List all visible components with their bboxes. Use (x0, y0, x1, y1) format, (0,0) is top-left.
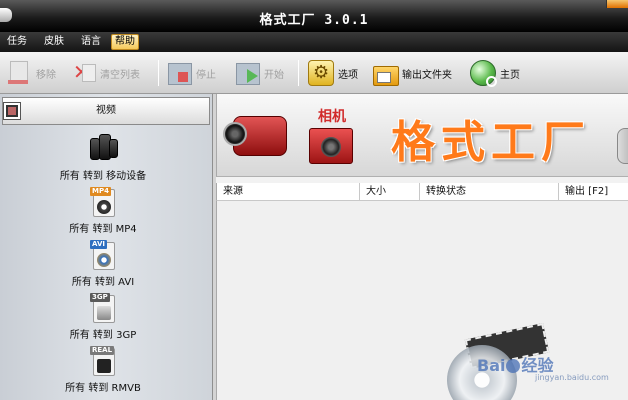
task-list[interactable]: Bai 经验 jingyan.baidu.com (216, 201, 628, 400)
rmvb-file-icon: REAL (90, 346, 116, 376)
remove-label: 移除 (36, 69, 56, 81)
column-status[interactable]: 转换状态 (420, 183, 559, 201)
stop-button[interactable]: 停止 (166, 58, 216, 88)
paw-icon (506, 359, 521, 373)
brand-banner: 相机 格式工厂 (216, 94, 628, 177)
start-button[interactable]: 开始 (234, 58, 284, 88)
task-table-header: 来源 大小 转换状态 输出 [F2] (216, 183, 628, 201)
home-label: 主页 (500, 69, 520, 81)
3gp-file-icon: 3GP (90, 293, 116, 323)
convert-to-mp4-label: 所有 转到 MP4 (69, 224, 137, 235)
menu-language[interactable]: 语言 (78, 34, 104, 50)
menu-task[interactable]: 任务 (4, 34, 30, 50)
output-folder-label: 输出文件夹 (402, 69, 452, 81)
window-title: 格式工厂 3.0.1 (259, 13, 369, 28)
remove-icon (6, 60, 32, 86)
column-size[interactable]: 大小 (360, 183, 420, 201)
video-category-icon (4, 103, 20, 119)
stop-icon (166, 60, 192, 86)
device-icon (617, 128, 628, 164)
convert-to-mobile-label: 所有 转到 移动设备 (59, 171, 147, 182)
menu-help[interactable]: 帮助 (111, 34, 139, 50)
mp4-file-icon: MP4 (90, 187, 116, 217)
convert-to-rmvb-label: 所有 转到 RMVB (65, 383, 141, 394)
convert-to-rmvb-item[interactable]: REAL 所有 转到 RMVB (0, 346, 206, 394)
convert-to-avi-label: 所有 转到 AVI (71, 277, 135, 288)
video-category-label: 视频 (96, 105, 116, 116)
remove-button[interactable]: 移除 (6, 58, 56, 88)
convert-to-mobile-item[interactable]: 所有 转到 移动设备 (0, 134, 206, 182)
avi-tag: AVI (90, 240, 107, 249)
folder-icon (372, 60, 399, 86)
camera-label: 相机 (318, 109, 346, 125)
toolbar-separator (158, 60, 159, 86)
toolbar: 移除 清空列表 停止 开始 选项 输出文件夹 主页 (0, 52, 628, 94)
options-label: 选项 (338, 69, 358, 81)
format-factory-window: 格式工厂 3.0.1 任务 皮肤 语言 帮助 移除 清空列表 停止 开始 选项 (0, 0, 628, 400)
start-icon (234, 60, 260, 86)
convert-to-avi-item[interactable]: AVI 所有 转到 AVI (0, 240, 206, 288)
home-globe-icon (470, 60, 497, 87)
column-source[interactable]: 来源 (217, 183, 360, 201)
avi-file-icon: AVI (90, 240, 116, 270)
options-icon (308, 60, 334, 86)
task-panel: 相机 格式工厂 来源 大小 转换状态 输出 [F2] Bai 经验 jingyan… (216, 94, 628, 400)
menu-bar: 任务 皮肤 语言 帮助 (0, 32, 628, 52)
column-output[interactable]: 输出 [F2] (559, 183, 628, 201)
stop-label: 停止 (196, 69, 216, 81)
convert-to-3gp-item[interactable]: 3GP 所有 转到 3GP (0, 293, 206, 341)
output-folder-button[interactable]: 输出文件夹 (372, 58, 452, 88)
window-control-button[interactable] (606, 0, 628, 8)
convert-to-3gp-label: 所有 转到 3GP (69, 330, 137, 341)
camera-icon (309, 128, 353, 164)
options-button[interactable]: 选项 (308, 58, 358, 88)
menu-skin[interactable]: 皮肤 (41, 34, 67, 50)
mobile-devices-icon (86, 134, 120, 164)
brand-logo-text: 格式工厂 (391, 117, 591, 168)
convert-to-mp4-item[interactable]: MP4 所有 转到 MP4 (0, 187, 206, 235)
start-label: 开始 (264, 69, 284, 81)
clear-list-label: 清空列表 (100, 69, 140, 81)
category-panel: 视频 所有 转到 移动设备 MP4 所有 转到 MP4 AVI 所有 转到 AV… (0, 94, 213, 400)
watermark-url: jingyan.baidu.com (535, 373, 609, 382)
video-category-header[interactable]: 视频 (2, 97, 210, 125)
clear-list-icon (70, 60, 96, 86)
home-button[interactable]: 主页 (470, 58, 520, 88)
mp4-tag: MP4 (90, 187, 111, 196)
title-bar: 格式工厂 3.0.1 (0, 0, 628, 32)
clear-list-button[interactable]: 清空列表 (70, 58, 140, 88)
rmvb-tag: REAL (90, 346, 115, 355)
toolbar-separator (298, 60, 299, 86)
watermark-text-left: Bai (477, 356, 506, 375)
camcorder-icon (223, 108, 291, 164)
3gp-tag: 3GP (90, 293, 110, 302)
